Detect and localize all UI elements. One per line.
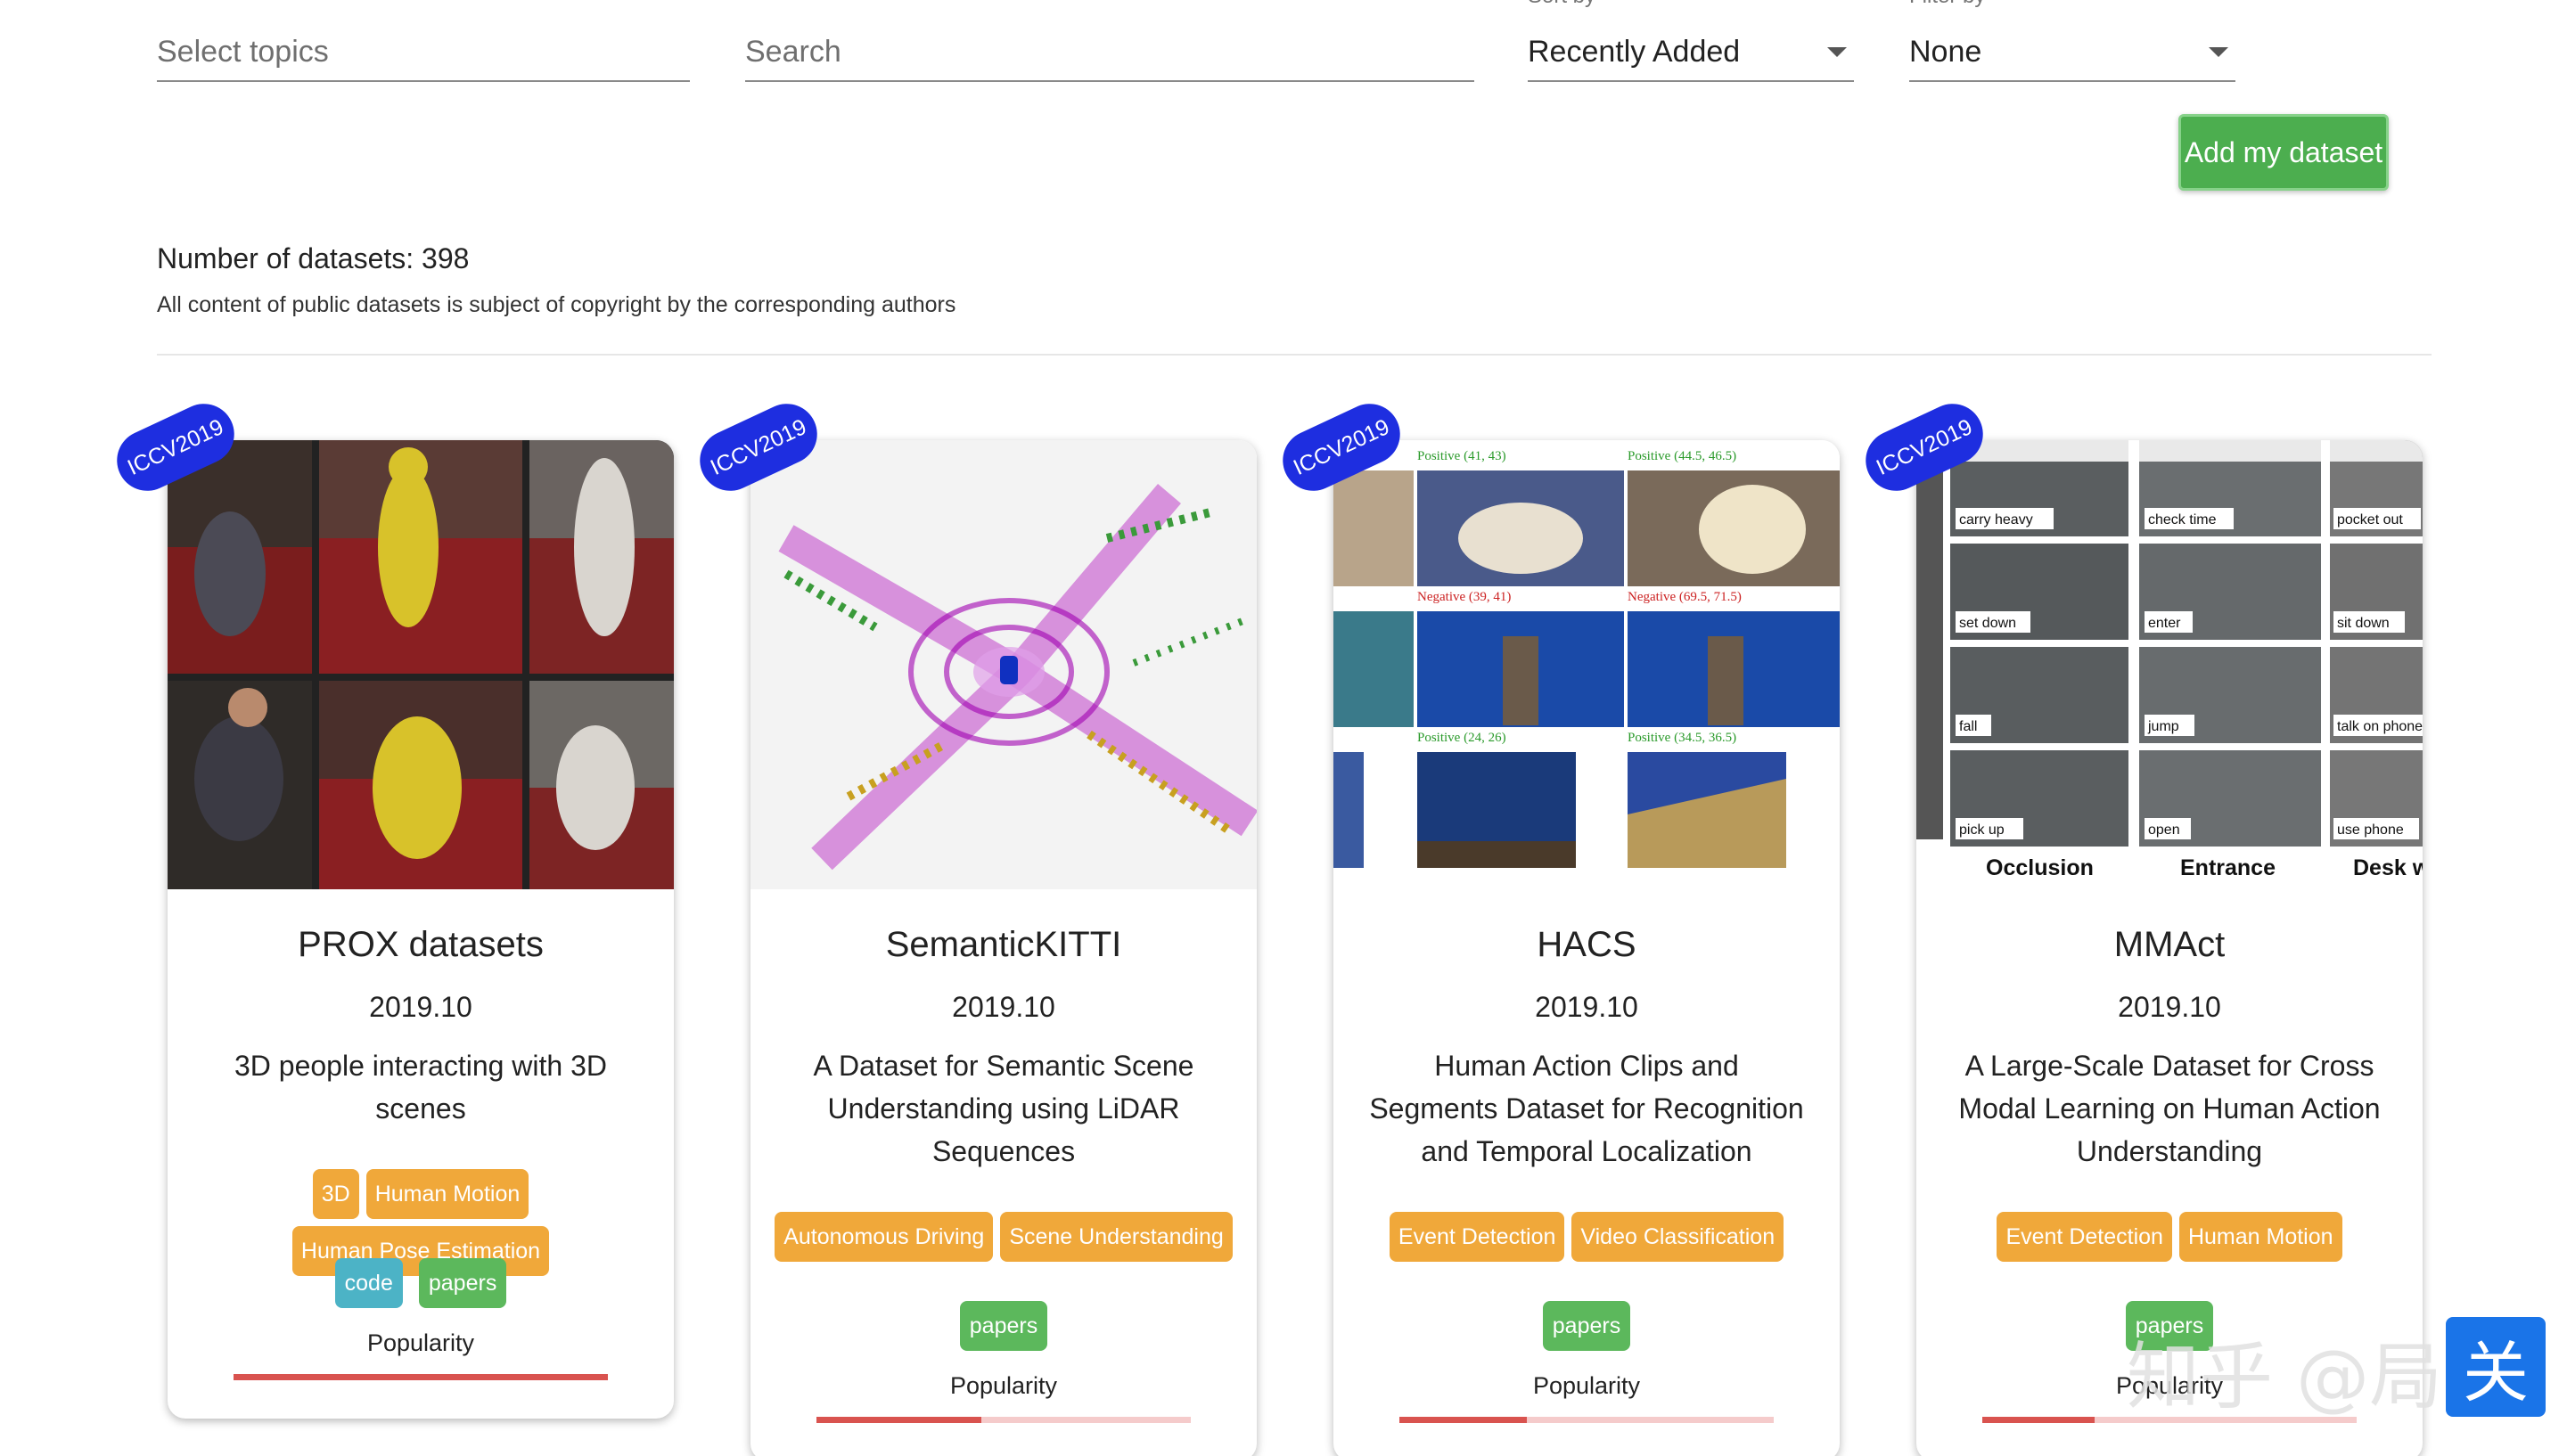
action-label: set down bbox=[1959, 616, 2016, 631]
link-list: papers bbox=[1333, 1301, 1840, 1351]
card-title[interactable]: PROX datasets bbox=[168, 925, 674, 965]
card-date: 2019.10 bbox=[369, 991, 472, 1023]
dataset-card-semantickitti[interactable]: ICCV2019 SemanticKITTI 2019.10 A Dataset… bbox=[690, 394, 1257, 1456]
clip-label: Negative (69.5, 71.5) bbox=[1628, 590, 1742, 604]
action-label: carry heavy bbox=[1959, 512, 2033, 528]
topic-tag[interactable]: Human Motion bbox=[365, 1169, 529, 1219]
action-label: pocket out bbox=[2337, 512, 2403, 528]
card-description: A Dataset for Semantic Scene Understandi… bbox=[813, 1050, 1194, 1167]
photo-tile bbox=[168, 440, 312, 674]
photo-tile bbox=[529, 440, 674, 674]
card-description: 3D people interacting with 3D scenes bbox=[234, 1050, 607, 1125]
photo-tile bbox=[529, 681, 674, 889]
card-date: 2019.10 bbox=[2118, 991, 2221, 1023]
card-title[interactable]: MMAct bbox=[1916, 925, 2423, 965]
filter-value: None bbox=[1909, 35, 1982, 69]
filter-caption: Filter by bbox=[1909, 0, 1985, 9]
action-label: sit down bbox=[2337, 616, 2390, 631]
papers-link[interactable]: papers bbox=[418, 1258, 507, 1308]
action-label: check time bbox=[2148, 512, 2217, 528]
add-dataset-button[interactable]: Add my dataset bbox=[2178, 114, 2389, 191]
watermark-text: 知乎 @局 bbox=[2127, 1335, 2443, 1419]
clip-label: Negative (39, 41) bbox=[1417, 590, 1511, 604]
clip-label: Positive (34.5, 36.5) bbox=[1628, 731, 1736, 745]
popularity-label: Popularity bbox=[949, 1372, 1058, 1399]
column-label: Occlusion bbox=[1986, 855, 2094, 880]
photo-tile bbox=[1333, 470, 1414, 586]
topic-tag[interactable]: Human Motion bbox=[2178, 1212, 2342, 1262]
tag-list: Event Detection Human Motion bbox=[1934, 1212, 2405, 1262]
photo-tile bbox=[168, 681, 312, 889]
dataset-thumbnail[interactable] bbox=[750, 440, 1257, 889]
popularity-label: Popularity bbox=[1532, 1372, 1641, 1399]
search-input[interactable]: Search bbox=[745, 35, 1474, 82]
filter-select[interactable]: Filter by None bbox=[1909, 0, 2235, 82]
dataset-thumbnail[interactable] bbox=[168, 440, 674, 889]
popularity-label: Popularity bbox=[366, 1329, 475, 1356]
clip-label: Positive (41, 43) bbox=[1417, 449, 1506, 463]
popularity-fill bbox=[816, 1417, 981, 1423]
action-label: talk on phone bbox=[2337, 719, 2423, 734]
dataset-card-prox[interactable]: ICCV2019 PROX datasets 2019.10 3D people… bbox=[107, 394, 674, 1419]
photo-tile bbox=[1333, 611, 1414, 727]
divider bbox=[157, 354, 2432, 356]
chevron-down-icon[interactable] bbox=[1827, 47, 1847, 57]
tag-list: Autonomous Driving Scene Understanding bbox=[768, 1212, 1239, 1262]
column-label: Entrance bbox=[2180, 855, 2276, 880]
papers-link[interactable]: papers bbox=[1542, 1301, 1631, 1351]
card-date: 2019.10 bbox=[1535, 991, 1638, 1023]
topic-tag[interactable]: Autonomous Driving bbox=[775, 1212, 994, 1262]
popularity-bar bbox=[234, 1374, 608, 1380]
code-link[interactable]: code bbox=[334, 1258, 403, 1308]
card-description: A Large-Scale Dataset for Cross Modal Le… bbox=[1958, 1050, 2381, 1167]
dataset-thumbnail[interactable]: carry heavy check time pocket out set do… bbox=[1916, 440, 2423, 889]
topic-tag[interactable]: Scene Understanding bbox=[1000, 1212, 1233, 1262]
tag-list: Event Detection Video Classification bbox=[1351, 1212, 1822, 1262]
card-date: 2019.10 bbox=[952, 991, 1055, 1023]
dataset-count: Number of datasets: 398 bbox=[157, 242, 470, 274]
topic-tag[interactable]: Event Detection bbox=[1389, 1212, 1565, 1262]
topics-select[interactable]: Select topics bbox=[157, 35, 690, 82]
topics-placeholder: Select topics bbox=[157, 35, 329, 69]
action-label: pick up bbox=[1959, 822, 2005, 838]
column-label: Desk w bbox=[2353, 855, 2423, 880]
vehicle-marker bbox=[1000, 656, 1018, 684]
popularity-fill bbox=[234, 1374, 608, 1380]
action-label: enter bbox=[2148, 616, 2181, 631]
action-label: jump bbox=[2147, 719, 2179, 734]
chevron-down-icon[interactable] bbox=[2209, 47, 2228, 57]
card-description: Human Action Clips and Segments Dataset … bbox=[1369, 1050, 1804, 1167]
clip-label: Positive (24, 26) bbox=[1417, 731, 1506, 745]
photo-tile bbox=[1333, 752, 1364, 868]
card-title[interactable]: SemanticKITTI bbox=[750, 925, 1257, 965]
popularity-bar bbox=[816, 1417, 1191, 1423]
popularity-fill bbox=[1982, 1417, 2095, 1423]
popularity-fill bbox=[1399, 1417, 1527, 1423]
action-label: open bbox=[2148, 822, 2180, 838]
watermark-logo: 关 bbox=[2446, 1317, 2546, 1417]
action-label: use phone bbox=[2337, 822, 2404, 838]
topic-tag[interactable]: Event Detection bbox=[1997, 1212, 2172, 1262]
link-list: code papers bbox=[168, 1258, 674, 1308]
clip-label: Positive (44.5, 46.5) bbox=[1628, 449, 1736, 463]
search-placeholder: Search bbox=[745, 35, 841, 69]
sort-caption: Sort by bbox=[1528, 0, 1595, 9]
topic-tag[interactable]: Video Classification bbox=[1571, 1212, 1784, 1262]
copyright-notice: All content of public datasets is subjec… bbox=[157, 292, 956, 317]
card-title[interactable]: HACS bbox=[1333, 925, 1840, 965]
dataset-card-hacs[interactable]: ICCV2019 Positive (41, 43) Positive (44.… bbox=[1273, 394, 1840, 1456]
dataset-card-mmact[interactable]: ICCV2019 carry heavy check time pocket o… bbox=[1856, 394, 2423, 1456]
photo-tile bbox=[319, 440, 522, 674]
topic-tag[interactable]: 3D bbox=[312, 1169, 359, 1219]
papers-link[interactable]: papers bbox=[959, 1301, 1048, 1351]
sort-value: Recently Added bbox=[1528, 35, 1741, 69]
popularity-bar bbox=[1399, 1417, 1774, 1423]
action-label: fall bbox=[1959, 719, 1977, 734]
photo-tile bbox=[319, 681, 522, 889]
dataset-thumbnail[interactable]: Positive (41, 43) Positive (44.5, 46.5) … bbox=[1333, 440, 1840, 889]
sort-select[interactable]: Sort by Recently Added bbox=[1528, 0, 1854, 82]
link-list: papers bbox=[750, 1301, 1257, 1351]
